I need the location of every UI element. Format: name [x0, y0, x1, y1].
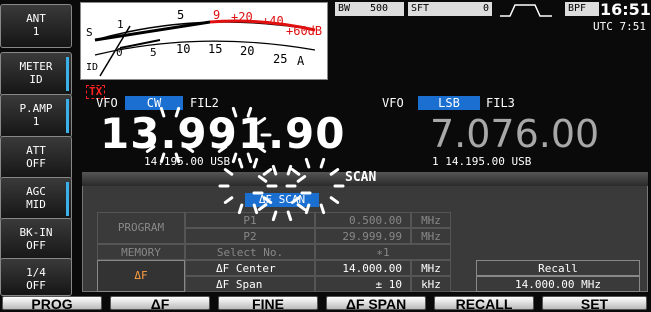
sparkle-dash — [159, 152, 166, 164]
sparkle-dash — [174, 152, 181, 164]
sparkle-dash — [319, 203, 326, 215]
sparkle-dash — [231, 152, 238, 164]
df-span-button[interactable]: ΔF SPAN — [326, 296, 426, 311]
sparkle-dash — [290, 168, 301, 176]
sparkle-dash — [184, 145, 195, 153]
sparkle-dash — [319, 157, 326, 169]
sparkle-dash — [223, 196, 234, 204]
prog-button[interactable]: PROG — [2, 296, 102, 311]
sparkle-dash — [296, 203, 307, 211]
df-button[interactable]: ΔF — [110, 296, 210, 311]
sparkle-dash — [246, 106, 253, 118]
sparkle-dash — [184, 117, 195, 125]
sparkle-dash — [271, 164, 278, 176]
sparkle-dash — [257, 203, 268, 211]
sparkle-dash — [286, 210, 293, 222]
sparkle-dash — [145, 145, 156, 153]
set-button[interactable]: SET — [542, 296, 647, 311]
sparkle-dash — [237, 203, 244, 215]
sparkle-dash — [256, 117, 267, 125]
sparkle-dash — [329, 168, 340, 176]
sparkle-dash — [256, 145, 267, 153]
sparkle-dash — [257, 175, 268, 183]
sparkle-dash — [217, 117, 228, 125]
sparkle-dash — [271, 210, 278, 222]
sparkle-dash — [262, 168, 273, 176]
sparkle-dash — [304, 203, 311, 215]
sparkle-dash — [145, 117, 156, 125]
sparkle-dash — [296, 175, 307, 183]
sparkle-dash — [246, 152, 253, 164]
sparkle-dash — [159, 106, 166, 118]
sparkle-dash — [262, 196, 273, 204]
sparkle-dash — [231, 106, 238, 118]
sparkle-dash — [174, 106, 181, 118]
sparkle-dash — [329, 196, 340, 204]
sparkle-dash — [304, 157, 311, 169]
sparkle-dash — [252, 203, 259, 215]
sparkle-dash — [252, 157, 259, 169]
sparkle-bursts — [140, 106, 345, 222]
sparkle-dash — [217, 145, 228, 153]
sparkle-dash — [237, 157, 244, 169]
sparkle-dash — [290, 196, 301, 204]
fine-button[interactable]: FINE — [218, 296, 318, 311]
sparkle-dash — [223, 168, 234, 176]
sparkle-dash — [286, 164, 293, 176]
recall-button[interactable]: RECALL — [434, 296, 534, 311]
